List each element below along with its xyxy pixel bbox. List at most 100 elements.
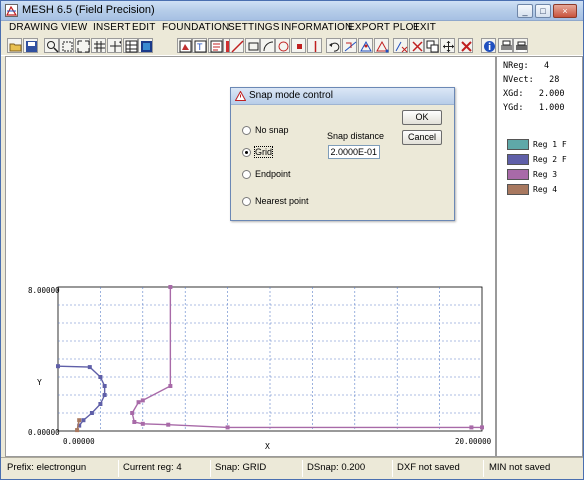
radio-button[interactable] [242, 126, 251, 135]
region-properties-button[interactable] [208, 38, 223, 53]
vertical-line-button[interactable] [307, 38, 322, 53]
dialog-title: Snap mode control [249, 90, 333, 101]
zoom-button[interactable] [44, 38, 59, 53]
region-3-vertex[interactable] [480, 425, 484, 430]
app-icon [5, 4, 18, 17]
undo-icon [329, 42, 340, 52]
grid-button[interactable] [91, 38, 106, 53]
info-panel: NReg: 4 NVect: 28 XGd: 2.000 YGd: 1.000 … [496, 56, 583, 457]
x-max-tick-label: 20.00000 [455, 437, 492, 446]
toolbar: T [1, 36, 583, 56]
menu-insert[interactable]: INSERT [93, 22, 131, 33]
edit-text-button[interactable]: T [192, 38, 207, 53]
cut-button[interactable] [409, 38, 424, 53]
print-button[interactable] [498, 38, 513, 53]
radio-button[interactable] [242, 170, 251, 179]
region-3-vertex[interactable] [168, 285, 173, 289]
move-button[interactable] [440, 38, 455, 53]
status-snap-mode: Snap: GRID [215, 462, 267, 473]
region-3-vertex[interactable] [132, 420, 137, 424]
region-2-boundary[interactable] [57, 365, 106, 427]
snap-distance-input[interactable]: 2.0000E-01 [328, 145, 380, 159]
delete-button[interactable] [458, 38, 473, 53]
print-icon [501, 40, 512, 50]
menu-export-plot[interactable]: EXPORT PLOT [348, 22, 420, 33]
ok-button[interactable]: OK [402, 110, 442, 125]
save-icon [26, 41, 37, 52]
x-axis-label: X [265, 442, 270, 451]
menu-exit[interactable]: EXIT [413, 22, 436, 33]
close-button[interactable]: × [553, 4, 577, 18]
undo-button[interactable] [326, 38, 341, 53]
region-2-vertex[interactable] [98, 375, 103, 379]
arc-tool-button[interactable] [260, 38, 275, 53]
region-3-vertex[interactable] [166, 422, 171, 427]
dialog-title-bar[interactable]: Snap mode control [231, 88, 454, 105]
cancel-button[interactable]: Cancel [402, 130, 442, 145]
edit-text-icon: T [194, 40, 207, 53]
point-tool-button[interactable] [291, 38, 306, 53]
region-2-vertex[interactable] [98, 402, 103, 406]
region-4-vertex[interactable] [77, 418, 82, 423]
radio-button[interactable] [242, 148, 251, 157]
region-2-vertex[interactable] [81, 418, 86, 423]
pan-icon [110, 41, 121, 52]
menu-foundation[interactable]: FOUNDATION [162, 22, 229, 33]
region-2-vertex[interactable] [89, 411, 94, 415]
region-2-vertex[interactable] [102, 384, 107, 388]
region-4-vertex[interactable] [75, 428, 80, 433]
maximize-button[interactable]: □ [535, 4, 551, 18]
zoom-fit-button[interactable] [75, 38, 90, 53]
delete-icon [461, 41, 472, 52]
print-setup-button[interactable] [513, 38, 528, 53]
status-bar: Prefix: electrongun Current reg: 4 Snap:… [1, 457, 583, 479]
menu-view[interactable]: VIEW [61, 22, 87, 33]
table-button[interactable] [123, 38, 138, 53]
copy-button[interactable] [424, 38, 439, 53]
snap-button[interactable] [358, 38, 373, 53]
menu-information[interactable]: INFORMATION [281, 22, 352, 33]
node-delete-button[interactable] [393, 38, 408, 53]
pan-button[interactable] [107, 38, 122, 53]
line-tool-icon [231, 40, 244, 53]
color-fill-button[interactable] [138, 38, 153, 53]
region-3-boundary[interactable] [131, 287, 482, 429]
menu-edit[interactable]: EDIT [132, 22, 156, 33]
region-3-vertex[interactable] [140, 421, 145, 426]
y-min-tick-label: 0.00000 [28, 428, 60, 437]
region-3-vertex[interactable] [130, 411, 135, 415]
region-3-vertex[interactable] [136, 400, 141, 405]
status-divider [118, 460, 119, 477]
region-3-vertex[interactable] [469, 425, 474, 430]
radio-label: Grid [253, 146, 274, 158]
move-icon [443, 41, 454, 52]
radio-label: Nearest point [255, 196, 309, 206]
menu-drawing[interactable]: DRAWING [9, 22, 58, 33]
nvect-stat: NVect: 28 [503, 75, 560, 85]
status-divider [210, 460, 211, 477]
region-2-vertex[interactable] [56, 364, 60, 369]
region-2-vertex[interactable] [87, 365, 92, 370]
node-edit-button[interactable] [374, 38, 389, 53]
info-button[interactable] [481, 38, 496, 53]
minimize-button[interactable]: _ [517, 4, 533, 18]
region-2-vertex[interactable] [102, 393, 107, 397]
legend-label: Reg 1 F [533, 140, 567, 149]
rectangle-tool-button[interactable] [245, 38, 260, 53]
circle-tool-button[interactable] [275, 38, 290, 53]
radio-button[interactable] [242, 197, 251, 206]
save-button[interactable] [23, 38, 38, 53]
folder-open-button[interactable] [7, 38, 22, 53]
measure-button[interactable] [342, 38, 357, 53]
snap-mode-dialog: Snap mode control No snap Grid Endpoint … [230, 87, 455, 221]
menu-settings[interactable]: SETTINGS [228, 22, 280, 33]
title-bar[interactable]: MESH 6.5 (Field Precision) _ □ × [1, 1, 583, 21]
zoom-window-button[interactable] [59, 38, 74, 53]
region-3-vertex[interactable] [168, 384, 173, 388]
copy-icon [426, 40, 439, 53]
region-button[interactable] [177, 38, 192, 53]
color-fill-icon [141, 41, 152, 52]
line-tool-button[interactable] [229, 38, 244, 53]
region-3-vertex[interactable] [225, 425, 230, 430]
region-3-vertex[interactable] [140, 398, 145, 403]
